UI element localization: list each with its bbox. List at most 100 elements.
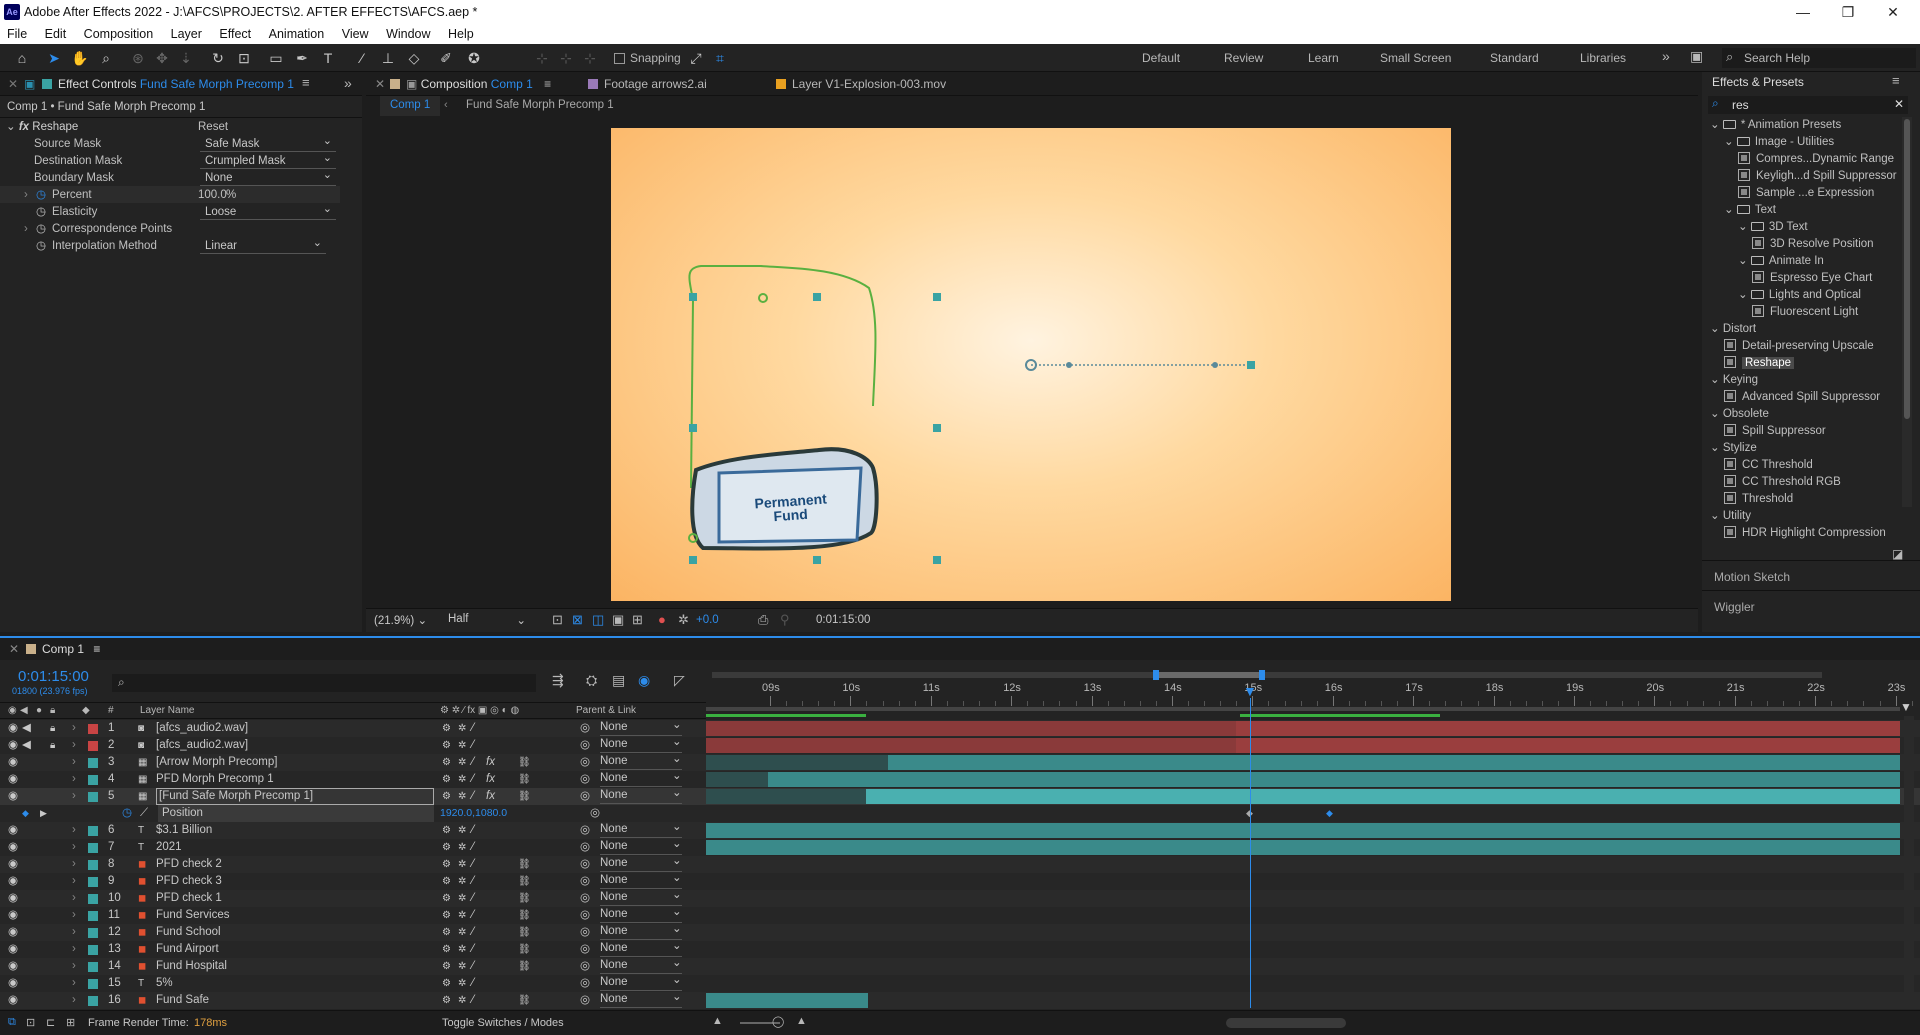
expression-pickwhip-icon[interactable]: ◎ xyxy=(590,805,600,822)
expand-layer-icon[interactable]: › xyxy=(72,992,76,1009)
label-color-swatch[interactable] xyxy=(88,928,98,938)
effects-tree-item[interactable]: ⌄ Image - Utilities xyxy=(1724,134,1834,151)
menu-window[interactable]: Window xyxy=(379,24,437,44)
quality-switch-icon[interactable]: ⁄ xyxy=(472,788,474,805)
visibility-eye-icon[interactable]: ◉ xyxy=(8,992,18,1009)
visibility-eye-icon[interactable]: ◉ xyxy=(8,788,18,805)
effects-tree-item[interactable]: ⌄ Utility xyxy=(1710,508,1751,525)
collapse-switch-icon[interactable]: ✲ xyxy=(458,754,466,771)
graph-editor-icon[interactable]: ◸ xyxy=(674,672,685,689)
parent-pickwhip-icon[interactable]: ◎ xyxy=(580,941,590,958)
workspace-review[interactable]: Review xyxy=(1224,51,1263,65)
parent-pickwhip-icon[interactable]: ◎ xyxy=(580,771,590,788)
chevron-down-icon[interactable]: ⌄ xyxy=(672,955,682,972)
zoom-tool-icon[interactable]: ⌕ xyxy=(96,49,116,67)
effects-tree-item[interactable]: ⌄ * Animation Presets xyxy=(1710,117,1841,134)
orbit-tool-icon[interactable]: ⊛ xyxy=(128,49,148,67)
workspace-learn[interactable]: Learn xyxy=(1308,51,1339,65)
shy-switch-icon[interactable]: ⚙ xyxy=(442,720,451,737)
label-color-swatch[interactable] xyxy=(88,843,98,853)
draft-3d-icon[interactable]: ⛭ xyxy=(586,672,597,689)
layer-row[interactable]: ◉ › 8 ◼ PFD check 2 ⚙ ✲ ⁄ ⛓ ◎ None ⌄ xyxy=(0,855,1920,873)
expand-arrow-icon[interactable]: ⌄ xyxy=(1710,374,1723,386)
shy-switch-icon[interactable]: ⚙ xyxy=(442,890,451,907)
panel-overflow-icon[interactable]: » xyxy=(344,75,352,91)
composition-tab[interactable]: ▣ Composition Comp 1 ≡ xyxy=(390,77,551,91)
adjustment-switch-icon[interactable]: ⛓ xyxy=(518,754,531,771)
expand-layer-icon[interactable]: › xyxy=(72,941,76,958)
layer-duration-bar[interactable] xyxy=(888,755,1900,770)
visibility-eye-icon[interactable]: ◉ xyxy=(8,873,18,890)
reset-link[interactable]: Reset xyxy=(198,119,228,136)
layer-duration-bar[interactable] xyxy=(706,772,768,787)
effects-tree-item[interactable]: CC Threshold xyxy=(1724,457,1813,474)
visibility-eye-icon[interactable]: ◉ xyxy=(8,975,18,992)
pen-tool-icon[interactable]: ✒ xyxy=(292,49,312,67)
lock-icon[interactable]: 🔒︎ xyxy=(50,737,55,754)
layer-row[interactable]: ◉ › 4 ▦ PFD Morph Precomp 1 ⚙ ✲ ⁄ fx ⛓ ◎ None ⌄ xyxy=(0,770,1920,788)
visibility-eye-icon[interactable]: ◉ xyxy=(8,958,18,975)
brush-tool-icon[interactable]: ⁄ xyxy=(352,49,372,67)
resolution-dropdown[interactable]: Half ⌄ xyxy=(448,613,530,629)
layer-row[interactable]: ◉ › 11 ◼ Fund Services ⚙ ✲ ⁄ ⛓ ◎ None ⌄ xyxy=(0,904,1920,924)
label-color-swatch[interactable] xyxy=(88,945,98,955)
home-icon[interactable]: ⌂ xyxy=(12,49,32,67)
motion-sketch-panel[interactable]: Motion Sketch xyxy=(1714,570,1790,584)
menu-file[interactable]: File xyxy=(0,24,34,44)
percent-stopwatch-icon[interactable]: ◷ xyxy=(36,187,46,204)
local-axis-icon[interactable]: ⊹ xyxy=(532,49,552,67)
workspaces-overflow-icon[interactable]: » xyxy=(1662,48,1670,64)
navigator-start-handle[interactable] xyxy=(1153,670,1159,680)
in-out-toggle-icon[interactable]: ⊏ xyxy=(46,1016,55,1029)
chevron-down-icon[interactable]: ⌄ xyxy=(672,904,682,921)
chevron-down-icon[interactable]: ⌄ xyxy=(672,717,682,734)
panel-menu-icon[interactable]: ≡ xyxy=(302,75,310,90)
interpolation-method-dropdown[interactable]: Linear xyxy=(200,235,326,254)
effects-tree-item[interactable]: Compres...Dynamic Range xyxy=(1738,151,1894,168)
layer-row[interactable]: ◉ ◀ 🔒︎ › 2 ◙ [afcs_audio2.wav] ⚙ ✲ ⁄ ◎ None ⌄ xyxy=(0,736,1920,754)
visibility-eye-icon[interactable]: ◉ xyxy=(8,737,18,754)
visibility-eye-icon[interactable]: ◉ xyxy=(8,839,18,856)
dolly-tool-icon[interactable]: ⇣ xyxy=(176,49,196,67)
quality-switch-icon[interactable]: ⁄ xyxy=(472,992,474,1009)
expand-layer-icon[interactable]: › xyxy=(72,720,76,737)
layer-name[interactable]: [Fund Safe Morph Precomp 1] xyxy=(156,788,434,805)
layer-duration-bar[interactable] xyxy=(1236,721,1900,736)
layer-name[interactable]: PFD check 3 xyxy=(156,873,222,890)
wiggler-panel[interactable]: Wiggler xyxy=(1714,600,1755,614)
quality-switch-icon[interactable]: ⁄ xyxy=(472,941,474,958)
collapse-switch-icon[interactable]: ✲ xyxy=(458,788,466,805)
effects-tree-item[interactable]: Sample ...e Expression xyxy=(1738,185,1874,202)
pan-tool-icon[interactable]: ✥ xyxy=(152,49,172,67)
adjustment-switch-icon[interactable]: ⛓ xyxy=(518,958,531,975)
close-icon[interactable]: ✕ xyxy=(1873,2,1913,22)
effects-tree-item[interactable]: 3D Resolve Position xyxy=(1752,236,1874,253)
adjustment-switch-icon[interactable]: ⛓ xyxy=(518,924,531,941)
quality-switch-icon[interactable]: ⁄ xyxy=(472,737,474,754)
visibility-eye-icon[interactable]: ◉ xyxy=(8,754,18,771)
chevron-down-icon[interactable]: ⌄ xyxy=(672,938,682,955)
elasticity-dropdown[interactable]: Loose xyxy=(200,201,336,220)
layer-name[interactable]: Fund Hospital xyxy=(156,958,227,975)
reshape-effect-row[interactable]: ⌄ fx Reshape xyxy=(6,119,78,136)
zoom-dropdown[interactable]: (21.9%) ⌄ xyxy=(374,613,434,629)
parent-pickwhip-icon[interactable]: ◎ xyxy=(580,839,590,856)
adjustment-switch-icon[interactable]: ⛓ xyxy=(518,771,531,788)
quality-switch-icon[interactable]: ⁄ xyxy=(472,856,474,873)
layer-duration-bar[interactable] xyxy=(706,738,1236,753)
quality-switch-icon[interactable]: ⁄ xyxy=(472,754,474,771)
parent-pickwhip-icon[interactable]: ◎ xyxy=(580,958,590,975)
quality-switch-icon[interactable]: ⁄ xyxy=(472,924,474,941)
correspondence-expand-icon[interactable]: › xyxy=(24,221,28,238)
layer-duration-bar[interactable] xyxy=(1236,738,1900,753)
layer-name[interactable]: 2021 xyxy=(156,839,182,856)
chevron-down-icon[interactable]: ⌄ xyxy=(672,819,682,836)
sync-settings-icon[interactable]: ▣ xyxy=(1690,48,1703,65)
collapse-switch-icon[interactable]: ✲ xyxy=(458,941,466,958)
destination-mask-dropdown[interactable]: Crumpled Mask xyxy=(200,150,336,169)
effects-tree-item[interactable]: Keyligh...d Spill Suppressor xyxy=(1738,168,1897,185)
quality-switch-icon[interactable]: ⁄ xyxy=(472,873,474,890)
parent-dropdown[interactable]: None xyxy=(600,771,682,787)
maximize-icon[interactable]: ❐ xyxy=(1828,2,1868,22)
layer-row[interactable]: ◉ › 13 ◼ Fund Airport ⚙ ✲ ⁄ ⛓ ◎ None ⌄ xyxy=(0,938,1920,958)
